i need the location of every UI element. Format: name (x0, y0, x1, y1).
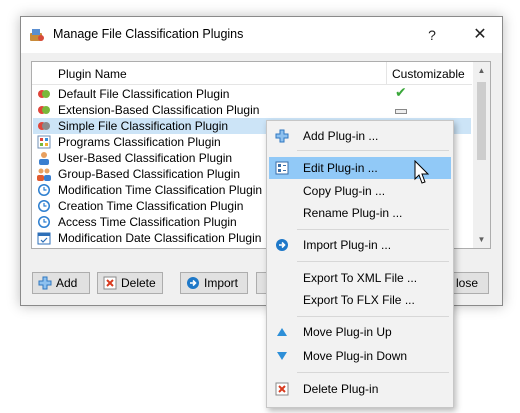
group-icon (37, 168, 51, 181)
menu-separator (297, 372, 449, 373)
plugin-name: Modification Date Classification Plugin (58, 231, 262, 245)
import-button[interactable]: Import (180, 272, 248, 294)
import-arrow-icon (187, 277, 199, 289)
menu-separator (297, 150, 449, 151)
menu-separator (297, 316, 449, 317)
column-divider (386, 62, 387, 84)
triangle-down-icon (277, 352, 287, 360)
add-button[interactable]: Add (32, 272, 90, 294)
plus-icon (275, 129, 289, 143)
menu-item-add-plugin[interactable]: Add Plug-in ... (269, 125, 451, 147)
delete-button[interactable]: Delete (97, 272, 163, 294)
title-bar: Manage File Classification Plugins ? ✕ (21, 17, 502, 53)
calendar-icon (37, 232, 51, 245)
user-icon (39, 152, 49, 165)
menu-item-move-up[interactable]: Move Plug-in Up (269, 321, 451, 343)
plus-icon (38, 276, 52, 290)
checkmark-icon: ✔ (395, 84, 407, 100)
close-window-button[interactable]: ✕ (465, 23, 495, 47)
vertical-scrollbar[interactable]: ▲ ▼ (473, 62, 490, 248)
delete-icon (275, 382, 289, 396)
programs-icon (37, 135, 51, 149)
list-item[interactable]: Default File Classification Plugin ✔ (33, 84, 471, 102)
clock-icon (38, 200, 50, 212)
menu-item-export-xml[interactable]: Export To XML File ... (269, 267, 451, 289)
menu-item-move-down[interactable]: Move Plug-in Down (269, 345, 451, 367)
plugin-name: Group-Based Classification Plugin (58, 167, 241, 181)
plugin-icon (38, 106, 50, 114)
menu-item-delete-plugin[interactable]: Delete Plug-in (269, 378, 451, 400)
import-arrow-icon (276, 239, 288, 251)
not-customizable-icon (395, 109, 407, 114)
triangle-up-icon (277, 328, 287, 336)
column-header-customizable[interactable]: Customizable (392, 67, 465, 81)
dialog-title: Manage File Classification Plugins (53, 27, 244, 41)
list-item[interactable]: Extension-Based Classification Plugin (33, 102, 471, 118)
help-button[interactable]: ? (417, 23, 447, 47)
menu-separator (297, 229, 449, 230)
plugin-name: Creation Time Classification Plugin (58, 199, 244, 213)
delete-icon (103, 276, 117, 290)
scrollbar-thumb[interactable] (477, 82, 486, 160)
plugin-name: User-Based Classification Plugin (58, 151, 233, 165)
scroll-down-arrow-icon[interactable]: ▼ (473, 231, 490, 248)
scroll-up-arrow-icon[interactable]: ▲ (473, 62, 490, 79)
list-header: Plugin Name Customizable (32, 62, 472, 85)
plugin-icon (38, 90, 50, 98)
edit-icon (275, 161, 289, 175)
clock-icon (38, 184, 50, 196)
mouse-pointer-icon (414, 160, 430, 184)
plugin-name: Access Time Classification Plugin (58, 215, 237, 229)
menu-item-rename-plugin[interactable]: Rename Plug-in ... (269, 202, 451, 224)
plugin-icon (38, 122, 50, 130)
plugin-name: Programs Classification Plugin (58, 135, 221, 149)
app-icon (30, 29, 44, 41)
menu-separator (297, 261, 449, 262)
plugin-name: Extension-Based Classification Plugin (58, 103, 260, 117)
plugin-name: Simple File Classification Plugin (58, 119, 229, 133)
menu-item-export-flx[interactable]: Export To FLX File ... (269, 289, 451, 311)
plugin-name: Default File Classification Plugin (58, 87, 230, 101)
clock-icon (38, 216, 50, 228)
plugin-name: Modification Time Classification Plugin (58, 183, 263, 197)
menu-item-import-plugin[interactable]: Import Plug-in ... (269, 234, 451, 256)
column-header-plugin-name[interactable]: Plugin Name (58, 67, 127, 81)
